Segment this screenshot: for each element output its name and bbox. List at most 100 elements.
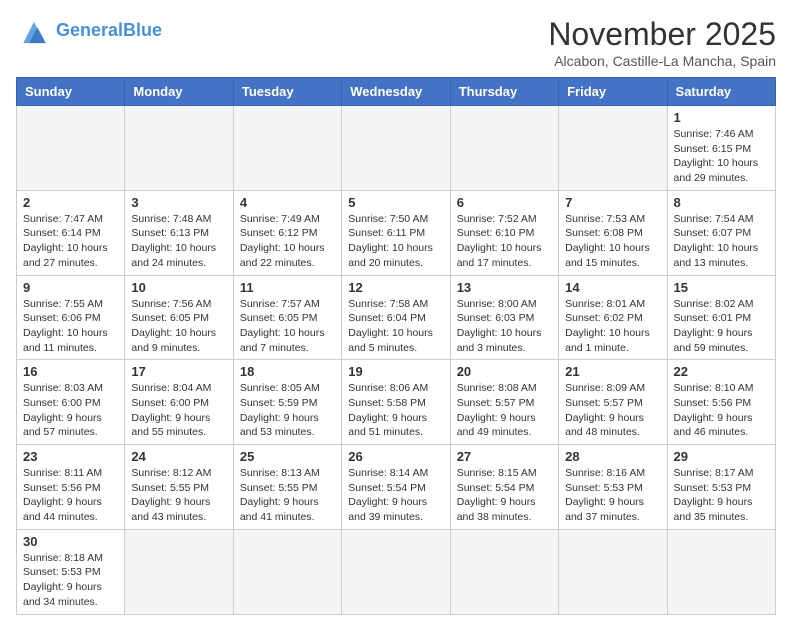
day-info: Sunrise: 7:48 AM Sunset: 6:13 PM Dayligh…: [131, 212, 226, 271]
day-info: Sunrise: 8:05 AM Sunset: 5:59 PM Dayligh…: [240, 381, 335, 440]
day-number: 15: [674, 280, 769, 295]
calendar-cell: 8Sunrise: 7:54 AM Sunset: 6:07 PM Daylig…: [667, 190, 775, 275]
day-info: Sunrise: 8:16 AM Sunset: 5:53 PM Dayligh…: [565, 466, 660, 525]
day-number: 4: [240, 195, 335, 210]
calendar-cell: 17 Sunrise: 8:04 AM Sunset: 6:00 PM Dayli…: [125, 360, 233, 445]
calendar-cell: 9 Sunrise: 7:55 AM Sunset: 6:06 PM Daylig…: [17, 275, 125, 360]
calendar-cell: 1 Sunrise: 7:46 AM Sunset: 6:15 PM Daylig…: [667, 106, 775, 191]
day-info: Sunrise: 7:57 AM Sunset: 6:05 PM Dayligh…: [240, 297, 335, 356]
day-info: Sunrise: 8:18 AM Sunset: 5:53 PM Dayligh…: [23, 551, 118, 610]
day-number: 7: [565, 195, 660, 210]
calendar-cell: 10 Sunrise: 7:56 AM Sunset: 6:05 PM Dayli…: [125, 275, 233, 360]
weekday-header-row: SundayMondayTuesdayWednesdayThursdayFrid…: [17, 78, 776, 106]
calendar-cell: 28 Sunrise: 8:16 AM Sunset: 5:53 PM Dayli…: [559, 445, 667, 530]
calendar-cell: 24 Sunrise: 8:12 AM Sunset: 5:55 PM Dayli…: [125, 445, 233, 530]
day-info: Sunrise: 8:14 AM Sunset: 5:54 PM Dayligh…: [348, 466, 443, 525]
calendar-cell: [559, 106, 667, 191]
weekday-header-thursday: Thursday: [450, 78, 558, 106]
day-number: 6: [457, 195, 552, 210]
logo: GeneralBlue: [16, 16, 162, 46]
day-number: 28: [565, 449, 660, 464]
calendar-cell: [342, 106, 450, 191]
day-info: Sunrise: 8:15 AM Sunset: 5:54 PM Dayligh…: [457, 466, 552, 525]
calendar-cell: 14 Sunrise: 8:01 AM Sunset: 6:02 PM Dayli…: [559, 275, 667, 360]
day-info: Sunrise: 8:12 AM Sunset: 5:55 PM Dayligh…: [131, 466, 226, 525]
calendar-cell: 4 Sunrise: 7:49 AM Sunset: 6:12 PM Daylig…: [233, 190, 341, 275]
day-info: Sunrise: 7:55 AM Sunset: 6:06 PM Dayligh…: [23, 297, 118, 356]
calendar-cell: 23Sunrise: 8:11 AM Sunset: 5:56 PM Dayli…: [17, 445, 125, 530]
calendar-week-6: 30 Sunrise: 8:18 AM Sunset: 5:53 PM Dayli…: [17, 529, 776, 614]
day-number: 2: [23, 195, 118, 210]
day-number: 9: [23, 280, 118, 295]
day-info: Sunrise: 7:58 AM Sunset: 6:04 PM Dayligh…: [348, 297, 443, 356]
title-section: November 2025 Alcabon, Castille-La Manch…: [548, 16, 776, 69]
day-info: Sunrise: 7:49 AM Sunset: 6:12 PM Dayligh…: [240, 212, 335, 271]
day-info: Sunrise: 8:04 AM Sunset: 6:00 PM Dayligh…: [131, 381, 226, 440]
day-number: 29: [674, 449, 769, 464]
calendar-cell: 27 Sunrise: 8:15 AM Sunset: 5:54 PM Dayli…: [450, 445, 558, 530]
day-number: 14: [565, 280, 660, 295]
day-number: 18: [240, 364, 335, 379]
day-number: 3: [131, 195, 226, 210]
day-number: 16: [23, 364, 118, 379]
calendar-cell: [559, 529, 667, 614]
calendar-cell: 22 Sunrise: 8:10 AM Sunset: 5:56 PM Dayli…: [667, 360, 775, 445]
day-info: Sunrise: 7:46 AM Sunset: 6:15 PM Dayligh…: [674, 127, 769, 186]
calendar-cell: [125, 106, 233, 191]
calendar-cell: 29 Sunrise: 8:17 AM Sunset: 5:53 PM Dayli…: [667, 445, 775, 530]
calendar-cell: 20 Sunrise: 8:08 AM Sunset: 5:57 PM Dayli…: [450, 360, 558, 445]
day-number: 10: [131, 280, 226, 295]
day-number: 13: [457, 280, 552, 295]
location-subtitle: Alcabon, Castille-La Mancha, Spain: [548, 53, 776, 69]
day-info: Sunrise: 8:17 AM Sunset: 5:53 PM Dayligh…: [674, 466, 769, 525]
day-info: Sunrise: 8:13 AM Sunset: 5:55 PM Dayligh…: [240, 466, 335, 525]
day-info: Sunrise: 8:01 AM Sunset: 6:02 PM Dayligh…: [565, 297, 660, 356]
day-info: Sunrise: 7:56 AM Sunset: 6:05 PM Dayligh…: [131, 297, 226, 356]
calendar-cell: 3 Sunrise: 7:48 AM Sunset: 6:13 PM Daylig…: [125, 190, 233, 275]
calendar-cell: 16Sunrise: 8:03 AM Sunset: 6:00 PM Dayli…: [17, 360, 125, 445]
calendar-cell: 6 Sunrise: 7:52 AM Sunset: 6:10 PM Daylig…: [450, 190, 558, 275]
logo-icon: [16, 16, 52, 46]
calendar-cell: [450, 106, 558, 191]
day-number: 5: [348, 195, 443, 210]
calendar-cell: 18 Sunrise: 8:05 AM Sunset: 5:59 PM Dayli…: [233, 360, 341, 445]
calendar-cell: 19 Sunrise: 8:06 AM Sunset: 5:58 PM Dayli…: [342, 360, 450, 445]
calendar-cell: 2 Sunrise: 7:47 AM Sunset: 6:14 PM Daylig…: [17, 190, 125, 275]
day-number: 17: [131, 364, 226, 379]
day-number: 22: [674, 364, 769, 379]
day-info: Sunrise: 7:47 AM Sunset: 6:14 PM Dayligh…: [23, 212, 118, 271]
day-number: 1: [674, 110, 769, 125]
calendar-cell: [342, 529, 450, 614]
calendar-cell: [233, 529, 341, 614]
calendar-week-1: 1 Sunrise: 7:46 AM Sunset: 6:15 PM Daylig…: [17, 106, 776, 191]
weekday-header-tuesday: Tuesday: [233, 78, 341, 106]
day-info: Sunrise: 8:06 AM Sunset: 5:58 PM Dayligh…: [348, 381, 443, 440]
day-number: 30: [23, 534, 118, 549]
calendar-cell: 5 Sunrise: 7:50 AM Sunset: 6:11 PM Daylig…: [342, 190, 450, 275]
calendar-cell: [125, 529, 233, 614]
day-info: Sunrise: 7:54 AM Sunset: 6:07 PM Dayligh…: [674, 212, 769, 271]
day-info: Sunrise: 8:08 AM Sunset: 5:57 PM Dayligh…: [457, 381, 552, 440]
day-info: Sunrise: 8:00 AM Sunset: 6:03 PM Dayligh…: [457, 297, 552, 356]
weekday-header-wednesday: Wednesday: [342, 78, 450, 106]
day-number: 25: [240, 449, 335, 464]
day-info: Sunrise: 7:50 AM Sunset: 6:11 PM Dayligh…: [348, 212, 443, 271]
calendar-cell: 30 Sunrise: 8:18 AM Sunset: 5:53 PM Dayli…: [17, 529, 125, 614]
day-info: Sunrise: 7:52 AM Sunset: 6:10 PM Dayligh…: [457, 212, 552, 271]
day-info: Sunrise: 7:53 AM Sunset: 6:08 PM Dayligh…: [565, 212, 660, 271]
day-number: 26: [348, 449, 443, 464]
calendar-cell: [17, 106, 125, 191]
calendar-cell: 21Sunrise: 8:09 AM Sunset: 5:57 PM Dayli…: [559, 360, 667, 445]
day-number: 23: [23, 449, 118, 464]
day-number: 27: [457, 449, 552, 464]
calendar-cell: 7 Sunrise: 7:53 AM Sunset: 6:08 PM Daylig…: [559, 190, 667, 275]
day-info: Sunrise: 8:10 AM Sunset: 5:56 PM Dayligh…: [674, 381, 769, 440]
day-number: 24: [131, 449, 226, 464]
logo-text: GeneralBlue: [56, 21, 162, 41]
day-number: 20: [457, 364, 552, 379]
day-number: 19: [348, 364, 443, 379]
calendar-week-3: 9 Sunrise: 7:55 AM Sunset: 6:06 PM Daylig…: [17, 275, 776, 360]
day-info: Sunrise: 8:09 AM Sunset: 5:57 PM Dayligh…: [565, 381, 660, 440]
calendar-cell: 15Sunrise: 8:02 AM Sunset: 6:01 PM Dayli…: [667, 275, 775, 360]
calendar-week-5: 23Sunrise: 8:11 AM Sunset: 5:56 PM Dayli…: [17, 445, 776, 530]
